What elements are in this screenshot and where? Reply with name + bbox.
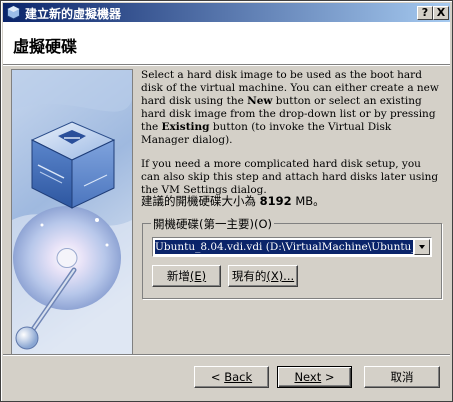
- existing-disk-button[interactable]: 現有的(X)...: [228, 265, 298, 287]
- recommended-size-value: 8192: [259, 194, 292, 208]
- window-title: 建立新的虛擬機器: [25, 7, 122, 21]
- footer-divider: [3, 354, 450, 356]
- title-bar[interactable]: 建立新的虛擬機器 ? X: [3, 3, 450, 22]
- boot-disk-group: 開機硬碟(第一主要)(O) Ubuntu_8.04.vdi.vdi (D:\Vi…: [142, 216, 442, 299]
- recommended-size-text: 建議的開機硬碟大小為 8192 MB。: [141, 194, 325, 208]
- virtualbox-logo-illustration: [12, 70, 132, 354]
- back-button[interactable]: < Back: [194, 366, 269, 388]
- existing-keyword: Existing: [161, 121, 210, 133]
- boot-disk-select[interactable]: Ubuntu_8.04.vdi.vdi (D:\VirtualMachine\U…: [152, 237, 432, 257]
- description-text: Select a hard disk image to be used as t…: [141, 69, 441, 208]
- boot-disk-group-label: 開機硬碟(第一主要)(O): [151, 216, 275, 232]
- wizard-side-image: [11, 69, 133, 355]
- new-disk-button[interactable]: 新增(E): [152, 265, 221, 287]
- close-button[interactable]: X: [433, 6, 449, 20]
- cancel-button[interactable]: 取消: [364, 366, 440, 388]
- help-button[interactable]: ?: [417, 6, 433, 20]
- page-title: 虛擬硬碟: [13, 37, 78, 56]
- header-divider: [3, 64, 450, 66]
- description-paragraph-1: Select a hard disk image to be used as t…: [141, 69, 439, 146]
- wizard-window: 建立新的虛擬機器 ? X 虛擬硬碟 Select a hard disk ima…: [0, 0, 453, 402]
- boot-disk-selected-value[interactable]: Ubuntu_8.04.vdi.vdi (D:\VirtualMachine\U…: [154, 239, 414, 255]
- description-paragraph-2: If you need a more complicated hard disk…: [141, 158, 439, 196]
- chevron-down-icon[interactable]: [414, 239, 430, 255]
- virtualbox-app-icon: [7, 5, 20, 20]
- new-keyword: New: [247, 95, 273, 107]
- wizard-header: 虛擬硬碟: [3, 22, 450, 64]
- next-button[interactable]: Next >: [277, 366, 352, 388]
